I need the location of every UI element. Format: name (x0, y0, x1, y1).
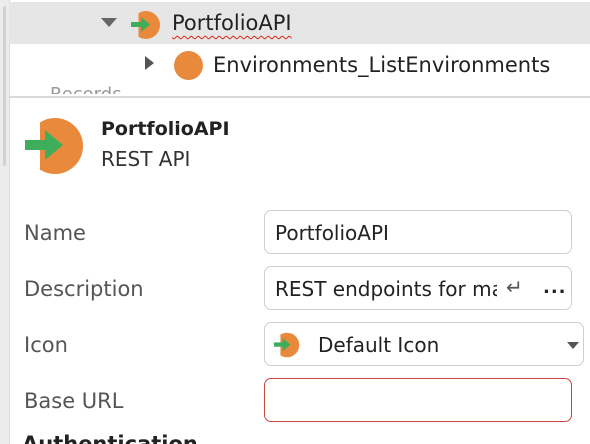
authentication-section: Authentication (22, 432, 222, 444)
collapse-arrow-icon[interactable] (101, 18, 117, 27)
rest-api-icon (23, 114, 87, 178)
scrollbar-thumb[interactable] (3, 6, 6, 166)
icon-select[interactable]: Default Icon (264, 322, 584, 366)
icon-label: Icon (24, 333, 68, 357)
tree-node-label: PortfolioAPI (172, 11, 292, 35)
tree-node-portfolioapi[interactable]: PortfolioAPI (9, 2, 590, 44)
rest-api-icon (130, 9, 162, 41)
tree-node-environments-listenvironments[interactable]: Environments_ListEnvironments (9, 44, 590, 86)
description-label: Description (24, 277, 144, 301)
panel-divider[interactable] (9, 96, 590, 98)
description-value: REST endpoints for managing portfolios (275, 277, 497, 301)
tree-node-cutoff: Records (50, 84, 140, 94)
expand-arrow-icon[interactable] (145, 56, 154, 70)
icon-value: Default Icon (318, 333, 440, 357)
base-url-field[interactable] (264, 378, 572, 422)
name-label: Name (24, 221, 86, 245)
section-title: Authentication (22, 432, 198, 444)
properties-header: PortfolioAPI REST API (9, 100, 590, 190)
return-icon: ↵ (506, 275, 523, 299)
name-field[interactable]: PortfolioAPI (264, 210, 572, 254)
description-field[interactable]: REST endpoints for managing portfolios ↵… (264, 266, 572, 310)
base-url-label: Base URL (24, 389, 124, 413)
more-button[interactable]: ... (543, 277, 567, 298)
tree-node-cutoff-label: Records (50, 84, 122, 94)
element-name: PortfolioAPI (101, 118, 230, 140)
name-value: PortfolioAPI (275, 221, 389, 245)
chevron-down-icon[interactable] (567, 342, 579, 349)
element-type: REST API (101, 147, 191, 171)
rest-api-icon (273, 331, 301, 359)
tree-node-label: Environments_ListEnvironments (213, 53, 551, 77)
orange-circle-icon (174, 51, 203, 80)
